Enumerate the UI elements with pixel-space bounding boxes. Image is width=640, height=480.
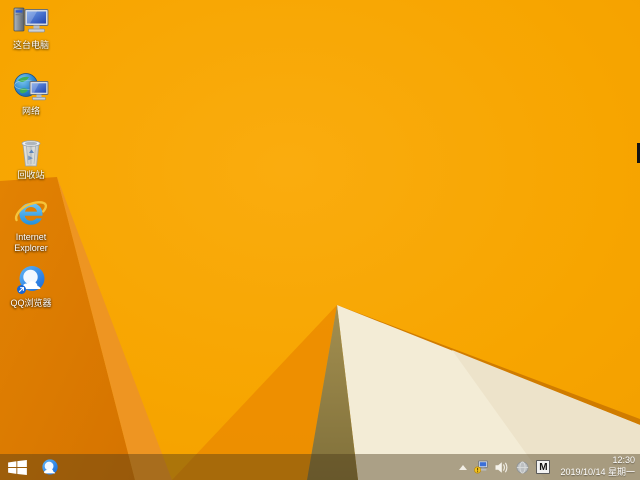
internet-explorer-icon — [14, 201, 48, 225]
taskbar-qq-browser-button[interactable] — [34, 454, 66, 480]
desktop-icon-label: 网络 — [21, 106, 40, 116]
globe-gray-icon — [516, 460, 529, 474]
desktop-icon-recycle-bin[interactable]: 回收站 — [2, 136, 60, 181]
chevron-up-icon — [459, 464, 468, 470]
show-hidden-icons-button[interactable] — [459, 459, 468, 475]
desktop-icon-this-pc[interactable]: 这台电脑 — [2, 6, 60, 51]
safety-globe-icon-button[interactable] — [516, 459, 529, 475]
ime-mode-letter: M — [536, 460, 551, 474]
desktop-icon-label: QQ浏览器 — [10, 298, 52, 308]
network-icon — [14, 73, 49, 101]
tray-time: 12:30 — [612, 455, 635, 466]
ime-mode-button[interactable]: M — [536, 459, 551, 475]
desktop-icon-internet-explorer[interactable]: Internet Explorer — [2, 198, 60, 254]
wallpaper — [0, 0, 640, 480]
speaker-icon — [495, 461, 508, 473]
system-tray: M 12:30 2019/10/14 星期一 — [459, 454, 640, 480]
tray-date: 2019/10/14 星期一 — [560, 467, 635, 477]
this-pc-icon — [13, 7, 49, 33]
volume-button[interactable] — [495, 459, 509, 475]
desktop-icon-label: Internet Explorer — [14, 232, 48, 253]
recycle-bin-icon — [21, 140, 41, 167]
windows-logo-icon — [7, 459, 27, 475]
network-warning-icon — [474, 460, 489, 474]
qq-browser-icon — [42, 459, 58, 475]
taskbar: M 12:30 2019/10/14 星期一 — [0, 454, 640, 480]
network-status-icon[interactable] — [474, 459, 489, 475]
desktop-icon-label: 回收站 — [17, 170, 45, 180]
desktop-icon-label: 这台电脑 — [12, 40, 49, 50]
desktop: 这台电脑 网络 回收站 Internet Explorer QQ浏览器 M 12… — [0, 0, 640, 480]
start-button[interactable] — [0, 454, 34, 480]
desktop-icon-network[interactable]: 网络 — [2, 72, 60, 117]
desktop-icon-qq-browser[interactable]: QQ浏览器 — [2, 264, 60, 309]
tray-clock[interactable]: 12:30 2019/10/14 星期一 — [560, 455, 635, 478]
qq-browser-icon — [17, 266, 45, 294]
